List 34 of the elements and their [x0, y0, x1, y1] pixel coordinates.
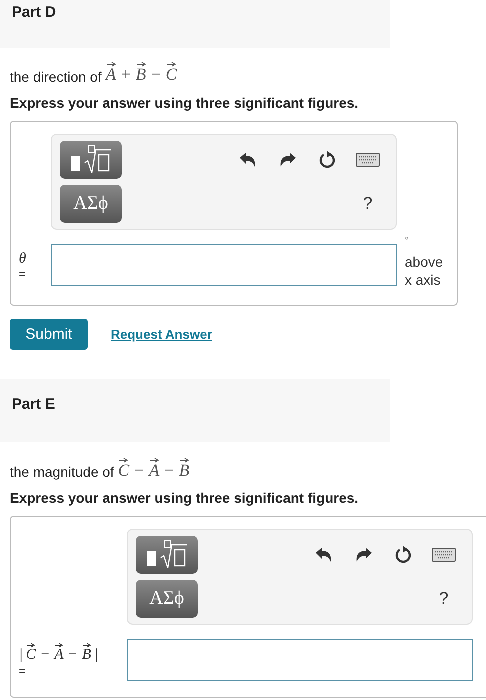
- prompt-text: the magnitude of: [10, 464, 114, 480]
- vector-letter: A: [54, 647, 64, 664]
- vector-letter: A: [106, 66, 116, 85]
- vector-letter: C: [166, 66, 178, 85]
- greek-symbols-button[interactable]: ΑΣϕ: [136, 580, 198, 618]
- vector-letter: B: [179, 462, 190, 480]
- operator-sign: −: [40, 647, 51, 664]
- degree-symbol: °: [405, 236, 410, 247]
- vector-letter: B: [136, 66, 146, 85]
- equals-sign: =: [19, 267, 28, 282]
- vector-letter: C: [118, 462, 130, 480]
- units-text: above x axis: [405, 252, 444, 289]
- part-title: Part E: [12, 396, 56, 413]
- prompt-text: the direction of: [10, 68, 102, 85]
- vector-letter: A: [149, 462, 160, 480]
- part-title: Part D: [12, 4, 56, 21]
- equals-sign: =: [19, 664, 28, 678]
- operator-sign: −: [164, 462, 176, 480]
- greek-symbols-button[interactable]: ΑΣϕ: [60, 184, 122, 223]
- help-button[interactable]: ?: [359, 194, 377, 214]
- request-answer-link[interactable]: Request Answer: [111, 326, 212, 342]
- operator-sign: −: [134, 462, 146, 480]
- operator-sign: +: [120, 66, 132, 85]
- instruction-text: Express your answer using three significant figures.: [10, 94, 360, 111]
- operator-sign: −: [150, 66, 162, 85]
- help-button[interactable]: ?: [435, 589, 453, 610]
- instruction-text: Express your answer using three significant figures.: [10, 490, 360, 506]
- vector-letter: B: [82, 647, 92, 664]
- absolute-value-sign: |: [94, 647, 99, 664]
- absolute-value-sign: |: [19, 647, 24, 664]
- answer-label: θ: [19, 250, 28, 268]
- operator-sign: −: [68, 647, 78, 664]
- vector-letter: C: [26, 647, 36, 664]
- submit-button[interactable]: Submit: [10, 318, 88, 350]
